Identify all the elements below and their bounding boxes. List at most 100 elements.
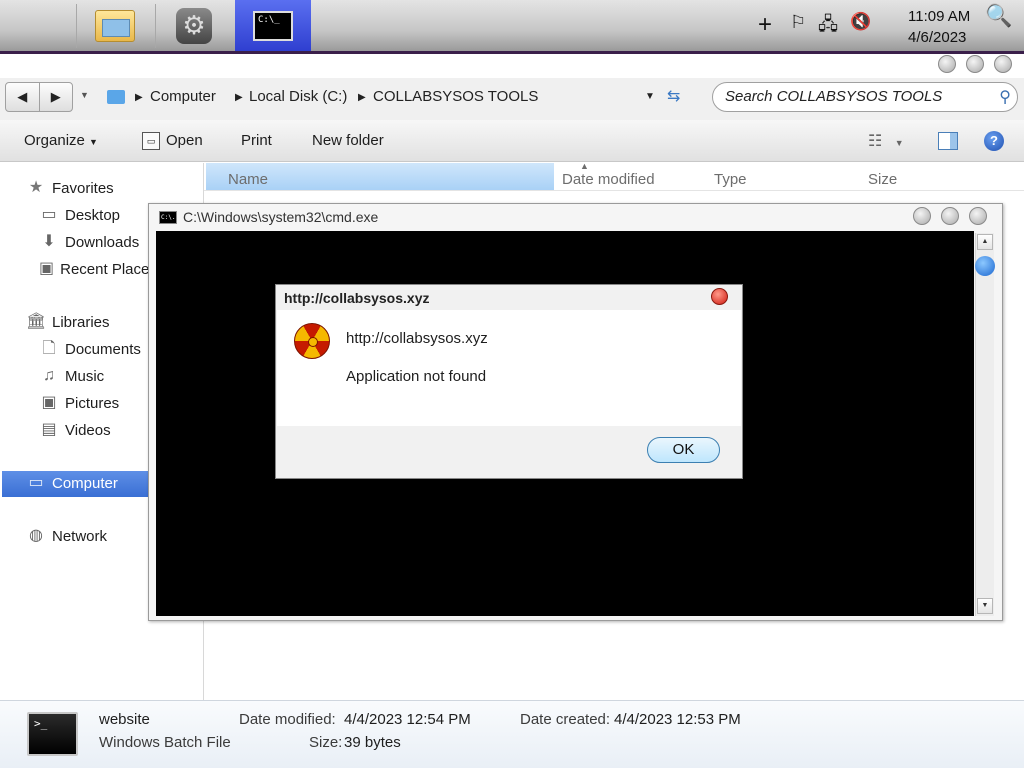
size-value: 39 bytes	[344, 734, 401, 751]
open-icon: ▭	[142, 132, 160, 150]
documents-icon: 🗋	[42, 340, 56, 357]
speaker-muted-icon[interactable]: 🔇	[850, 12, 871, 32]
network-globe-icon: ◍	[29, 527, 43, 544]
search-placeholder: Search COLLABSYSOS TOOLS	[725, 88, 943, 105]
taskbar-settings-button[interactable]: ⚙	[156, 0, 232, 51]
dialog-close-button[interactable]	[711, 288, 728, 305]
dialog-message-text: Application not found	[346, 368, 487, 385]
nav-label: Computer	[52, 474, 118, 492]
nav-label: Recent Places	[60, 260, 149, 278]
nav-recent-places[interactable]: ▣ Recent Places	[39, 260, 149, 278]
ok-button[interactable]: OK	[647, 437, 720, 463]
libraries-icon: 🏛	[26, 313, 47, 330]
nav-desktop[interactable]: ▭ Desktop	[39, 206, 120, 224]
search-icon[interactable]: 🔍	[985, 3, 1012, 29]
batch-file-icon: >_	[27, 712, 78, 756]
new-folder-button[interactable]: New folder	[312, 132, 384, 149]
dialog-body: http://collabsysos.xyz Application not f…	[277, 310, 741, 426]
taskbar-cmd-button[interactable]: C:\_	[235, 0, 311, 51]
scroll-up-arrow[interactable]: ▲	[977, 234, 993, 250]
computer-icon: ▭	[28, 474, 44, 491]
refresh-icon[interactable]: ⇆	[667, 86, 680, 106]
date-created-value: 4/4/2023 12:53 PM	[614, 711, 741, 728]
maximize-button[interactable]	[941, 207, 959, 225]
address-dropdown[interactable]: ▼	[645, 91, 655, 102]
file-type: Windows Batch File	[99, 734, 231, 751]
nav-libraries[interactable]: 🏛 Libraries	[26, 313, 110, 331]
preview-pane-icon[interactable]	[938, 132, 958, 150]
details-view-icon: ☷	[868, 133, 883, 150]
column-header: ▲ Name Date modified Type Size	[204, 161, 1024, 191]
column-type[interactable]: Type	[714, 171, 747, 188]
back-button[interactable]: ◀	[6, 83, 40, 111]
star-icon: ★	[28, 179, 44, 196]
nav-buttons: ◀ ▶	[5, 82, 73, 112]
date-modified-value: 4/4/2023 12:54 PM	[344, 711, 471, 728]
help-icon[interactable]: ?	[984, 131, 1004, 151]
nav-label: Documents	[65, 340, 141, 358]
scroll-down-arrow[interactable]: ▼	[977, 598, 993, 614]
taskbar-explorer-button[interactable]	[77, 0, 153, 51]
nav-pictures[interactable]: ▣ Pictures	[39, 394, 119, 412]
pictures-icon: ▣	[41, 394, 57, 411]
folder-icon	[107, 90, 125, 104]
nav-network[interactable]: ◍ Network	[26, 527, 107, 545]
explorer-window-controls	[938, 55, 1012, 73]
nav-computer[interactable]: ▭ Computer	[26, 474, 118, 492]
column-date-modified[interactable]: Date modified	[562, 171, 655, 188]
organize-button[interactable]: Organize ▼	[24, 132, 98, 149]
date-created-label: Date created:	[520, 711, 611, 728]
nav-label: Desktop	[65, 206, 121, 224]
recent-places-icon: ▣	[39, 260, 55, 277]
cmd-window-title: C:\Windows\system32\cmd.exe	[183, 209, 379, 225]
column-size[interactable]: Size	[868, 171, 897, 188]
search-icon[interactable]: ⚲	[999, 87, 1011, 107]
nav-downloads[interactable]: ⬇ Downloads	[39, 233, 139, 251]
taskbar: ⚙ C:\_ + ⚐ 🖧 🔇 11:09 AM 4/6/2023 🔍	[0, 0, 1024, 54]
nav-label: Music	[65, 367, 105, 385]
nav-documents[interactable]: 🗋 Documents	[39, 340, 141, 358]
chevron-right-icon[interactable]: ▶	[235, 92, 243, 103]
nav-music[interactable]: ♫ Music	[39, 367, 104, 385]
dialog-message-url: http://collabsysos.xyz	[346, 330, 488, 347]
breadcrumb-item[interactable]: COLLABSYSOS TOOLS	[373, 88, 538, 105]
clock[interactable]: 11:09 AM 4/6/2023	[908, 6, 970, 48]
date-modified-label: Date modified:	[239, 711, 336, 728]
nav-favorites[interactable]: ★ Favorites	[26, 179, 114, 197]
minimize-button[interactable]	[938, 55, 956, 73]
vertical-scrollbar[interactable]: ▲ ▼	[975, 233, 995, 616]
network-icon[interactable]: 🖧	[818, 12, 838, 42]
scroll-thumb[interactable]	[975, 256, 995, 276]
chevron-down-icon: ▼	[89, 137, 98, 147]
forward-button[interactable]: ▶	[40, 83, 73, 111]
apple-menu-button[interactable]	[0, 0, 76, 51]
close-button[interactable]	[969, 207, 987, 225]
plus-icon[interactable]: +	[758, 11, 772, 39]
folder-icon	[95, 9, 135, 42]
dialog-title: http://collabsysos.xyz	[284, 290, 430, 306]
maximize-button[interactable]	[966, 55, 984, 73]
file-name: website	[99, 711, 150, 728]
change-view-button[interactable]: ☷ ▼	[868, 131, 904, 151]
videos-icon: ▤	[41, 421, 57, 438]
search-input[interactable]: Search COLLABSYSOS TOOLS ⚲	[712, 82, 1018, 112]
print-button[interactable]: Print	[241, 132, 272, 149]
nav-videos[interactable]: ▤ Videos	[39, 421, 110, 439]
chevron-right-icon[interactable]: ▶	[358, 92, 366, 103]
nav-label: Favorites	[52, 179, 114, 197]
music-icon: ♫	[43, 367, 55, 384]
downloads-icon: ⬇	[42, 233, 56, 250]
open-button[interactable]: Open	[166, 132, 203, 149]
recent-pages-dropdown[interactable]: ▼	[80, 90, 89, 100]
flag-icon[interactable]: ⚐	[790, 12, 806, 33]
command-toolbar: Organize ▼ ▭ Open Print New folder ☷ ▼	[0, 120, 1024, 162]
cmd-icon: C:\.	[159, 210, 177, 224]
close-button[interactable]	[994, 55, 1012, 73]
minimize-button[interactable]	[913, 207, 931, 225]
breadcrumb-item[interactable]: Local Disk (C:)	[249, 88, 347, 105]
column-name[interactable]: Name	[228, 171, 268, 188]
chevron-right-icon[interactable]: ▶	[135, 92, 143, 103]
organize-label: Organize	[24, 132, 85, 149]
nav-label: Network	[52, 527, 108, 545]
breadcrumb-item[interactable]: Computer	[150, 88, 216, 105]
